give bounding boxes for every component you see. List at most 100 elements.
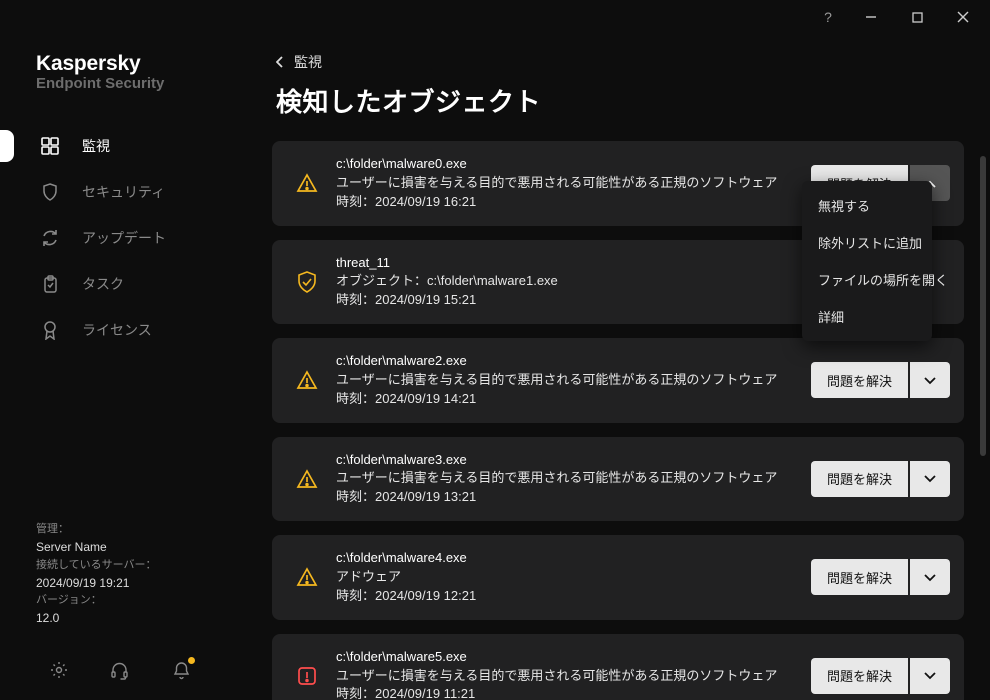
nav-label: タスク bbox=[82, 274, 124, 294]
menu-item-exclude[interactable]: 除外リストに追加 bbox=[802, 224, 932, 261]
nav-label: アップデート bbox=[82, 228, 166, 248]
detection-info: c:\folder\malware0.exeユーザーに損害を与える目的で悪用され… bbox=[336, 155, 795, 212]
detection-time: 時刻：2024/09/19 11:21 bbox=[336, 685, 795, 700]
detection-info: c:\folder\malware5.exeユーザーに損害を与える目的で悪用され… bbox=[336, 648, 795, 700]
notifications-button[interactable] bbox=[169, 658, 193, 682]
minimize-icon bbox=[865, 11, 877, 23]
brand: Kaspersky Endpoint Security bbox=[0, 46, 240, 92]
breadcrumb-back[interactable]: 監視 bbox=[276, 52, 982, 72]
close-button[interactable] bbox=[940, 2, 986, 32]
ribbon-icon bbox=[40, 320, 60, 340]
detection-card: c:\folder\malware0.exeユーザーに損害を与える目的で悪用され… bbox=[272, 141, 964, 226]
detection-card: c:\folder\malware5.exeユーザーに損害を与える目的で悪用され… bbox=[272, 634, 964, 700]
detection-actions: 問題を解決 bbox=[811, 559, 950, 595]
maximize-icon bbox=[912, 12, 923, 23]
headset-icon bbox=[110, 661, 129, 680]
support-button[interactable] bbox=[108, 658, 132, 682]
close-icon bbox=[957, 11, 969, 23]
server-name: Server Name bbox=[36, 538, 240, 557]
detection-list: c:\folder\malware0.exeユーザーに損害を与える目的で悪用され… bbox=[270, 141, 982, 700]
resolve-menu-toggle[interactable] bbox=[910, 559, 950, 595]
breadcrumb-label: 監視 bbox=[294, 52, 322, 72]
resolve-menu-toggle[interactable] bbox=[910, 461, 950, 497]
detection-info: c:\folder\malware4.exeアドウェア時刻：2024/09/19… bbox=[336, 549, 795, 606]
connected-time: 2024/09/19 19:21 bbox=[36, 574, 240, 593]
connected-label: 接続しているサーバー： bbox=[36, 557, 240, 574]
resolve-menu: 無視する除外リストに追加ファイルの場所を開く詳細 bbox=[802, 181, 932, 341]
detection-actions: 問題を解決 bbox=[811, 658, 950, 694]
brand-sub: Endpoint Security bbox=[36, 75, 240, 92]
detection-path: c:\folder\malware4.exe bbox=[336, 549, 795, 568]
scrollbar-thumb[interactable] bbox=[980, 156, 986, 456]
bottom-icons bbox=[0, 644, 240, 700]
settings-button[interactable] bbox=[47, 658, 71, 682]
detection-card: c:\folder\malware4.exeアドウェア時刻：2024/09/19… bbox=[272, 535, 964, 620]
detection-path: c:\folder\malware2.exe bbox=[336, 352, 795, 371]
detection-path: c:\folder\malware0.exe bbox=[336, 155, 795, 174]
warning-icon bbox=[294, 469, 320, 489]
warning-icon bbox=[294, 370, 320, 390]
detection-card: c:\folder\malware3.exeユーザーに損害を与える目的で悪用され… bbox=[272, 437, 964, 522]
scrollbar[interactable] bbox=[980, 156, 986, 690]
resolve-button[interactable]: 問題を解決 bbox=[811, 461, 908, 497]
chevron-down-icon bbox=[924, 373, 936, 388]
menu-item-details[interactable]: 詳細 bbox=[802, 298, 932, 335]
nav-label: セキュリティ bbox=[82, 182, 165, 202]
help-button[interactable]: ? bbox=[808, 9, 848, 25]
detection-time: 時刻：2024/09/19 14:21 bbox=[336, 390, 795, 409]
detection-desc: ユーザーに損害を与える目的で悪用される可能性がある正規のソフトウェア bbox=[336, 667, 795, 686]
nav-item-monitoring[interactable]: 監視 bbox=[0, 124, 240, 168]
nav-label: 監視 bbox=[82, 136, 110, 156]
nav-item-tasks[interactable]: タスク bbox=[0, 262, 240, 306]
clipboard-icon bbox=[40, 275, 60, 293]
main: 監視 検知したオブジェクト c:\folder\malware0.exeユーザー… bbox=[240, 34, 990, 700]
detection-info: c:\folder\malware2.exeユーザーに損害を与える目的で悪用され… bbox=[336, 352, 795, 409]
menu-item-open-location[interactable]: ファイルの場所を開く bbox=[802, 261, 932, 298]
resolve-button[interactable]: 問題を解決 bbox=[811, 362, 908, 398]
notification-dot bbox=[188, 657, 195, 664]
resolve-button[interactable]: 問題を解決 bbox=[811, 658, 908, 694]
version-label: バージョン： bbox=[36, 592, 240, 609]
resolve-menu-toggle[interactable] bbox=[910, 362, 950, 398]
server-info: 管理： Server Name 接続しているサーバー： 2024/09/19 1… bbox=[0, 521, 240, 644]
chevron-left-icon bbox=[276, 56, 284, 68]
nav-item-update[interactable]: アップデート bbox=[0, 216, 240, 260]
brand-main: Kaspersky bbox=[36, 52, 240, 76]
sidebar: Kaspersky Endpoint Security 監視 セキュリティ bbox=[0, 34, 240, 700]
nav-item-license[interactable]: ライセンス bbox=[0, 308, 240, 352]
detection-actions: 問題を解決 bbox=[811, 362, 950, 398]
resolve-button[interactable]: 問題を解決 bbox=[811, 559, 908, 595]
chevron-down-icon bbox=[924, 471, 936, 486]
nav-item-security[interactable]: セキュリティ bbox=[0, 170, 240, 214]
chevron-down-icon bbox=[924, 570, 936, 585]
detection-info: c:\folder\malware3.exeユーザーに損害を与える目的で悪用され… bbox=[336, 451, 795, 508]
detection-time: 時刻：2024/09/19 13:21 bbox=[336, 488, 795, 507]
detection-desc: ユーザーに損害を与える目的で悪用される可能性がある正規のソフトウェア bbox=[336, 469, 795, 488]
dashboard-icon bbox=[40, 137, 60, 155]
detection-desc: ユーザーに損害を与える目的で悪用される可能性がある正規のソフトウェア bbox=[336, 371, 795, 390]
titlebar: ? bbox=[0, 0, 990, 34]
nav: 監視 セキュリティ アップデート bbox=[0, 124, 240, 352]
detection-path: c:\folder\malware5.exe bbox=[336, 648, 795, 667]
minimize-button[interactable] bbox=[848, 2, 894, 32]
menu-item-ignore[interactable]: 無視する bbox=[802, 187, 932, 224]
version-value: 12.0 bbox=[36, 609, 240, 628]
detection-desc: ユーザーに損害を与える目的で悪用される可能性がある正規のソフトウェア bbox=[336, 174, 795, 193]
warning-icon bbox=[294, 173, 320, 193]
refresh-icon bbox=[40, 229, 60, 247]
bell-icon bbox=[173, 661, 190, 680]
shield-check-icon bbox=[294, 271, 320, 293]
admin-label: 管理： bbox=[36, 521, 240, 538]
detection-actions: 問題を解決 bbox=[811, 461, 950, 497]
page-title: 検知したオブジェクト bbox=[276, 82, 982, 119]
detection-desc: アドウェア bbox=[336, 568, 795, 587]
maximize-button[interactable] bbox=[894, 2, 940, 32]
warning-icon bbox=[294, 567, 320, 587]
chevron-down-icon bbox=[924, 668, 936, 683]
shield-icon bbox=[40, 183, 60, 201]
detection-card: c:\folder\malware2.exeユーザーに損害を与える目的で悪用され… bbox=[272, 338, 964, 423]
resolve-menu-toggle[interactable] bbox=[910, 658, 950, 694]
detection-time: 時刻：2024/09/19 12:21 bbox=[336, 587, 795, 606]
detection-path: c:\folder\malware3.exe bbox=[336, 451, 795, 470]
detection-time: 時刻：2024/09/19 16:21 bbox=[336, 193, 795, 212]
